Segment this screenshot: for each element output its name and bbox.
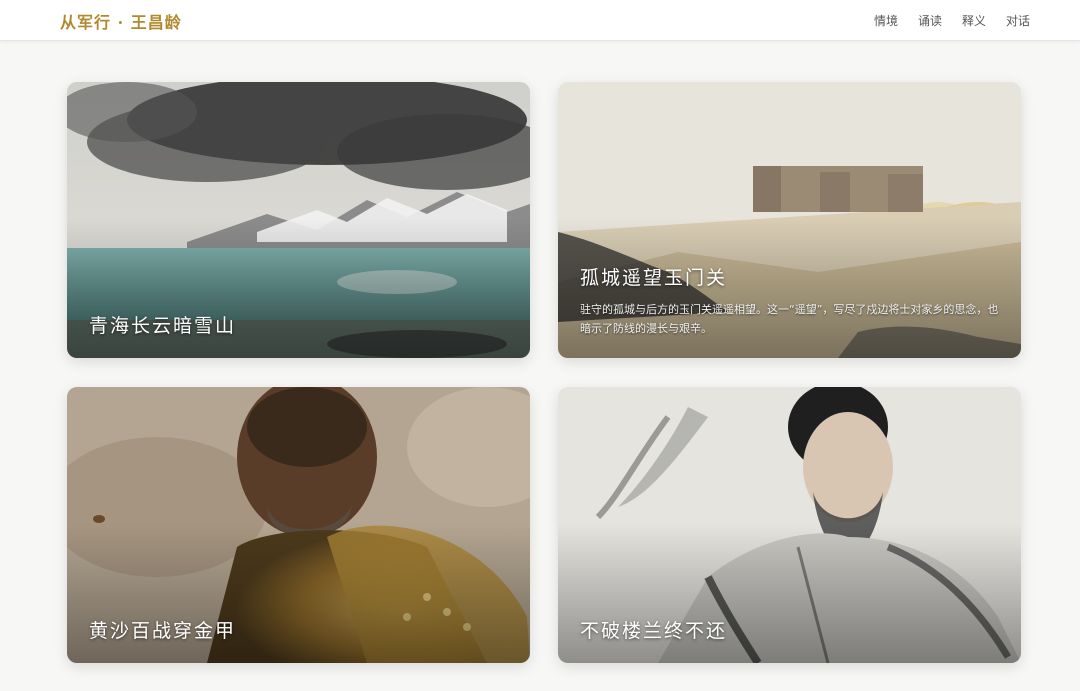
card-loulan[interactable]: 不破楼兰终不还 [558,387,1021,663]
card-title: 孤城遥望玉门关 [580,267,728,289]
card-title: 不破楼兰终不还 [580,620,728,642]
nav-scene[interactable]: 情境 [874,12,898,29]
card-title: 青海长云暗雪山 [89,315,237,337]
top-bar: 从军行 · 王昌龄 情境 诵读 释义 对话 [0,0,1080,41]
card-title: 黄沙百战穿金甲 [89,620,237,642]
card-lone-city[interactable]: 孤城遥望玉门关 驻守的孤城与后方的玉门关遥遥相望。这一“遥望”，写尽了戍边将士对… [558,82,1021,358]
card-golden-armor[interactable]: 黄沙百战穿金甲 [67,387,530,663]
main-nav: 情境 诵读 释义 对话 [874,12,1030,29]
nav-explain[interactable]: 释义 [962,12,986,29]
nav-recite[interactable]: 诵读 [918,12,942,29]
nav-dialogue[interactable]: 对话 [1006,12,1030,29]
site-title[interactable]: 从军行 · 王昌龄 [60,9,182,33]
card-qinghai-clouds[interactable]: 青海长云暗雪山 [67,82,530,358]
card-description: 驻守的孤城与后方的玉门关遥遥相望。这一“遥望”，写尽了戍边将士对家乡的思念，也暗… [580,303,999,335]
